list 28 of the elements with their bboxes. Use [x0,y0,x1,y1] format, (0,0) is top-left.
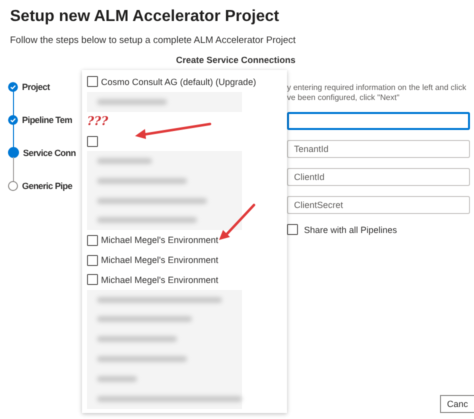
step-label[interactable]: Generic Pipe [22,180,72,190]
text-field[interactable] [287,112,470,130]
checkbox[interactable] [87,234,98,246]
blurred-text [97,98,167,105]
text-field[interactable]: ClientId [287,168,470,186]
checkbox[interactable] [87,76,98,88]
checkbox[interactable] [87,254,98,266]
checkbox[interactable] [87,274,98,286]
step-label[interactable]: Project [22,82,50,92]
text-field[interactable]: TenantId [287,140,470,158]
page-title: Setup new ALM Accelerator Project [10,8,280,26]
page-subtitle: Follow the steps below to setup a complete ALM Accelerator Project [10,35,297,46]
section-heading: Create Service Connections [176,55,297,65]
option-label[interactable]: Michael Megel's Environment [101,255,218,266]
cancel-button[interactable]: Canc [440,395,474,413]
blurred-text [97,158,152,164]
blurred-text [97,376,137,382]
step-label[interactable]: Pipeline Tem [22,114,72,124]
option-label[interactable]: Michael Megel's Environment [101,235,218,246]
text-field[interactable]: ClientSecret [287,196,470,214]
option-label[interactable]: Michael Megel's Environment [101,274,218,285]
checkbox[interactable] [87,136,98,147]
checkbox-label[interactable]: Share with all Pipelines [304,224,398,234]
option-label[interactable]: Cosmo Consult AG (default) (Upgrade) [101,76,256,87]
annotation-text: ??? [87,114,108,128]
description-text: y entering required information on the left and click ve been configured, click "Next" [286,83,468,103]
checkbox[interactable] [287,224,298,235]
step-label[interactable]: Service Conn [23,148,76,158]
